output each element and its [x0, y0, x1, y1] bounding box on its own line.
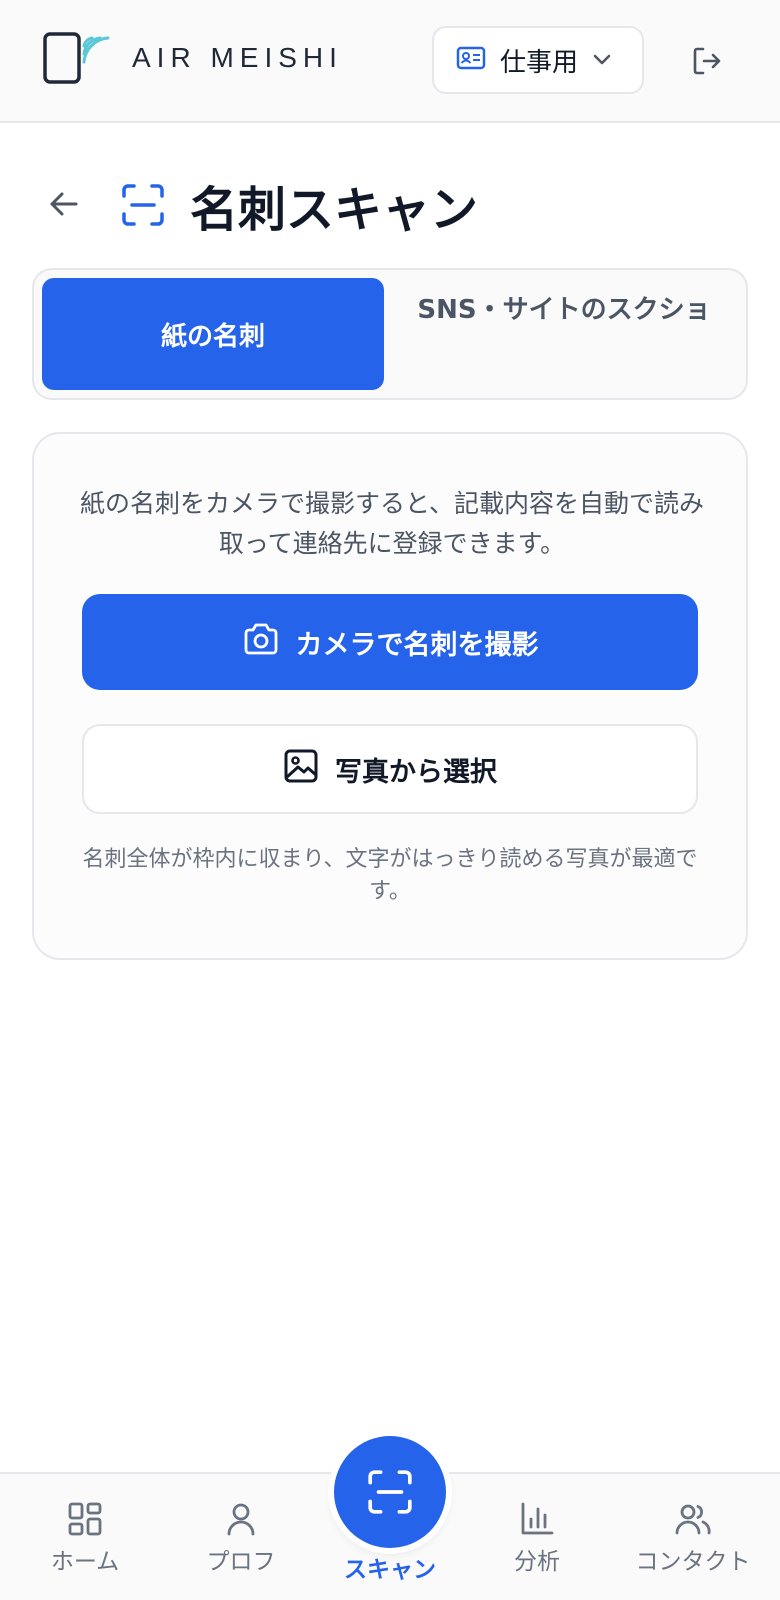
id-card-icon [456, 46, 486, 74]
camera-capture-button[interactable]: カメラで名刺を撮影 [82, 594, 698, 690]
nav-label-home: ホーム [50, 1549, 120, 1575]
camera-icon [242, 622, 280, 663]
nav-item-contacts[interactable]: コンタクト [618, 1500, 768, 1590]
choose-photo-button[interactable]: 写真から選択 [82, 724, 698, 814]
scan-icon [120, 182, 166, 228]
image-icon [283, 748, 319, 791]
user-icon [227, 1503, 255, 1536]
camera-capture-label: カメラで名刺を撮影 [295, 629, 539, 661]
back-arrow-icon[interactable] [44, 184, 84, 224]
tab-paper-card[interactable]: 紙の名刺 [42, 278, 384, 390]
nav-label-scan: スキャン [344, 1557, 436, 1583]
scan-description: 紙の名刺をカメラで撮影すると、記載内容を自動で読み取って連絡先に登録できます。 [79, 489, 704, 558]
nav-label-analytics: 分析 [514, 1549, 560, 1575]
title-row: 名刺スキャン [0, 170, 780, 240]
choose-photo-label: 写真から選択 [335, 756, 497, 788]
scan-card: 紙の名刺をカメラで撮影すると、記載内容を自動で読み取って連絡先に登録できます。 … [32, 432, 748, 960]
logo-icon [40, 26, 120, 88]
scan-icon [368, 1470, 412, 1514]
profile-select[interactable]: 仕事用 [432, 26, 644, 94]
page-title: 名刺スキャン [190, 182, 479, 238]
nav-label-contacts: コンタクト [635, 1549, 751, 1575]
grid-icon [68, 1502, 102, 1536]
bar-chart-icon [521, 1502, 554, 1535]
logout-icon[interactable] [690, 44, 724, 78]
tab-sns-screenshot[interactable]: SNS・サイトのスクショ [414, 290, 714, 380]
users-icon [675, 1504, 711, 1535]
nav-item-scan[interactable] [334, 1436, 446, 1548]
nav-item-home[interactable]: ホーム [10, 1500, 160, 1590]
profile-select-value: 仕事用 [500, 47, 579, 78]
chevron-down-icon [592, 51, 612, 70]
photo-hint: 名刺全体が枠内に収まり、文字がはっきり読める写真が最適です。 [82, 847, 698, 904]
scan-type-tabs: 紙の名刺 SNS・サイトのスクショ [32, 268, 748, 400]
nav-item-profile[interactable]: プロフ [166, 1500, 316, 1590]
app-header: AIR MEISHI 仕事用 [0, 0, 780, 123]
brand-name: AIR MEISHI [132, 42, 343, 73]
nav-label-profile: プロフ [206, 1549, 276, 1575]
nav-item-analytics[interactable]: 分析 [462, 1500, 612, 1590]
